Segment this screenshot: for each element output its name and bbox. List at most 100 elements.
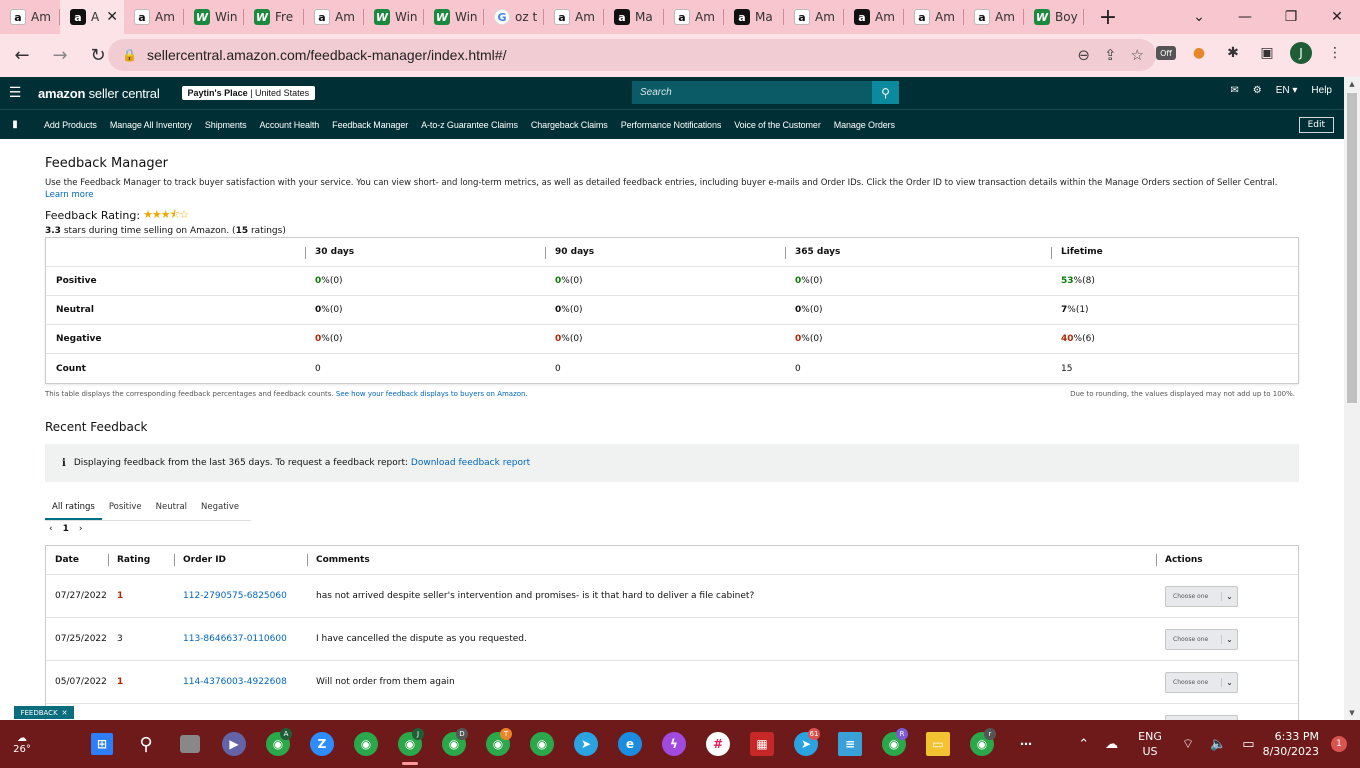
edit-nav-button[interactable]: Edit [1298,117,1334,133]
rating-tab[interactable]: Positive [102,494,149,520]
column-header-rating[interactable]: Rating [108,546,174,574]
page-scrollbar[interactable]: ▲ ▼ [1344,77,1360,720]
browser-tab[interactable]: a Am [904,0,964,34]
nav-link[interactable]: Manage All Inventory [110,120,192,130]
order-id-link[interactable]: 112-2790575-6825060 [183,591,287,601]
chrome-icon[interactable]: ◉ A [256,720,300,768]
seller-central-logo[interactable]: amazon seller central [38,86,160,101]
browser-tab[interactable]: W Fre [244,0,304,34]
profile-avatar[interactable]: J [1290,42,1312,64]
clock[interactable]: 6:33 PM 8/30/2023 [1263,729,1319,759]
search-icon[interactable]: ⚲ [124,720,168,768]
close-window-button[interactable]: ✕ [1314,0,1360,34]
slack-icon[interactable]: # [696,720,740,768]
menu-kebab-icon[interactable]: ⋮ [1324,42,1346,64]
column-header-order-id[interactable]: Order ID [174,546,307,574]
chrome-icon[interactable]: ◉ J [388,720,432,768]
browser-tab[interactable]: a Am [544,0,604,34]
browser-tab[interactable]: a A ✕ [60,0,124,34]
language-indicator[interactable]: ENG US [1138,729,1162,759]
search-input[interactable]: Search [632,81,872,104]
chrome-icon[interactable]: ◉ r [960,720,1004,768]
chevron-up-icon[interactable]: ⌃ [1078,737,1089,752]
browser-tab[interactable]: W Boy [1024,0,1084,34]
app-icon[interactable]: ▦ [740,720,784,768]
close-tab-icon[interactable]: ✕ [106,9,118,25]
onedrive-icon[interactable]: ☁ [1105,737,1118,752]
current-page[interactable]: 1 [63,524,69,534]
scroll-thumb[interactable] [1347,93,1357,403]
search-icon[interactable]: ⚲ [872,81,899,104]
order-id-link[interactable]: 113-8646637-0110600 [183,634,287,644]
browser-tab[interactable]: a Ma [724,0,784,34]
nav-link[interactable]: Chargeback Claims [531,120,608,130]
browser-tab[interactable]: a Am [964,0,1024,34]
browser-tab[interactable]: a Ma [604,0,664,34]
wifi-icon[interactable]: ⌔ [1182,736,1194,752]
nav-link[interactable]: Feedback Manager [332,120,408,130]
chrome-icon[interactable]: ◉ [344,720,388,768]
nav-link[interactable]: Add Products [44,120,97,130]
task-view-icon[interactable] [168,720,212,768]
feedback-display-link[interactable]: See how your feedback displays to buyers… [336,390,528,398]
file-explorer-icon[interactable]: ▭ [916,720,960,768]
zoom-icon[interactable]: ⊖ [1077,46,1090,64]
new-tab-button[interactable]: + [1092,0,1124,34]
rating-tab[interactable]: Negative [194,494,246,520]
rating-tab[interactable]: Neutral [149,494,194,520]
close-icon[interactable]: ✕ [62,709,68,717]
messenger-icon[interactable]: ϟ [652,720,696,768]
nav-link[interactable]: Shipments [205,120,247,130]
browser-tab[interactable]: Goz t [484,0,544,34]
tab-search-chevron-icon[interactable]: ⌄ [1176,0,1222,34]
chrome-icon[interactable]: ◉ T [476,720,520,768]
nav-link[interactable]: A-to-z Guarantee Claims [421,120,518,130]
zoom-app-icon[interactable]: Z [300,720,344,768]
telegram-icon[interactable]: ➤ [564,720,608,768]
nav-link[interactable]: Performance Notifications [621,120,722,130]
browser-tab[interactable]: W Win [184,0,244,34]
action-select[interactable]: Choose one ⌄ [1165,628,1238,650]
battery-icon[interactable]: ▭ [1242,737,1254,752]
browser-tab[interactable]: a Am [784,0,844,34]
browser-tab[interactable]: W Win [424,0,484,34]
scroll-down-icon[interactable]: ▼ [1344,709,1360,717]
action-select[interactable]: Choose one ⌄ [1165,671,1238,693]
side-panel-icon[interactable]: ▣ [1256,42,1278,64]
order-id-link[interactable]: 114-4376003-4922608 [183,677,287,687]
feedback-widget-button[interactable]: FEEDBACK ✕ [14,706,74,719]
more-apps-icon[interactable]: ⋯ [1004,720,1048,768]
browser-tab[interactable]: a Am [664,0,724,34]
start-button[interactable]: ⊞ [80,720,124,768]
extension-color-icon[interactable]: ● [1188,42,1210,64]
scroll-up-icon[interactable]: ▲ [1344,80,1360,88]
hamburger-menu-icon[interactable]: ☰ [0,85,30,101]
settings-gear-icon[interactable]: ⚙ [1253,85,1262,96]
browser-tab[interactable]: a Am [124,0,184,34]
download-report-link[interactable]: Download feedback report [411,458,530,468]
browser-tab[interactable]: a Am [304,0,364,34]
help-link[interactable]: Help [1311,85,1332,96]
weather-widget[interactable]: ☁ 26° [0,733,44,755]
edge-icon[interactable]: e [608,720,652,768]
chrome-icon[interactable]: ◉ D [432,720,476,768]
nav-link[interactable]: Voice of the Customer [734,120,821,130]
volume-icon[interactable]: 🔈 [1210,737,1226,752]
forward-button[interactable]: → [44,40,76,72]
action-select[interactable]: Choose one ⌄ [1165,585,1238,607]
language-selector[interactable]: EN ▾ [1276,85,1298,96]
share-icon[interactable]: ⇪ [1104,46,1117,64]
store-selector[interactable]: Paytin's Place | United States [181,86,316,100]
browser-tab[interactable]: a Am [0,0,60,34]
bookmark-star-icon[interactable]: ☆ [1131,46,1144,64]
address-bar[interactable]: 🔒 sellercentral.amazon.com/feedback-mana… [108,39,1156,71]
back-button[interactable]: ← [6,40,38,72]
notification-badge[interactable]: 1 [1331,736,1347,752]
minimize-button[interactable]: — [1222,0,1268,34]
chrome-icon[interactable]: ◉ R [872,720,916,768]
column-header-date[interactable]: Date [46,546,108,574]
extension-off-icon[interactable]: Off [1156,46,1176,60]
browser-tab[interactable]: W Win [364,0,424,34]
bookmark-icon[interactable]: ▮ [0,119,30,130]
extensions-puzzle-icon[interactable]: ✱ [1222,42,1244,64]
